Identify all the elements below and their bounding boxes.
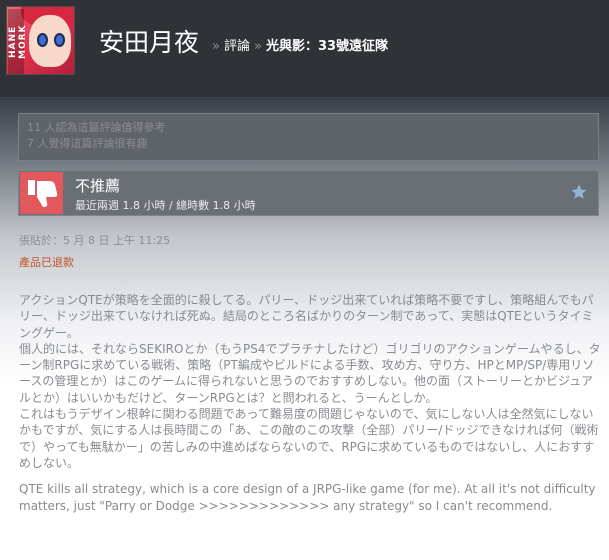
playtime-hours: 最近兩週 1.8 小時 / 總時數 1.8 小時	[75, 199, 256, 212]
posted-date: 張貼於：5 月 8 日 上午 11:25	[19, 234, 171, 247]
review-verdict-bar: 不推薦 最近兩週 1.8 小時 / 總時數 1.8 小時	[18, 170, 599, 216]
avatar-eye-left	[37, 33, 48, 47]
thumbs-down-icon	[20, 172, 63, 214]
review-paragraph-japanese: アクションQTEが策略を全面的に殺してる。パリー、ドッジ出来ていれば策略不要です…	[19, 293, 601, 470]
star-icon[interactable]	[570, 183, 588, 201]
funny-count: 7 人覺得這篇評論很有趣	[27, 137, 148, 150]
breadcrumb: » 評論» 光與影：33號遠征隊	[208, 38, 388, 56]
refunded-badge: 產品已退款	[19, 256, 74, 269]
breadcrumb-separator: »	[253, 39, 262, 54]
breadcrumb-separator: »	[212, 39, 220, 54]
avatar[interactable]: HANE MORK	[6, 6, 75, 75]
review-body: アクションQTEが策略を全面的に殺してる。パリー、ドッジ出来ていれば策略不要です…	[19, 292, 603, 514]
avatar-eye-right	[54, 33, 65, 47]
avatar-logo-text: HANE MORK	[8, 9, 28, 74]
review-paragraph-english: QTE kills all strategy, which is a core …	[19, 482, 600, 513]
helpful-count: 11 人認為這篇評論值得參考	[27, 121, 166, 134]
helpful-summary: 11 人認為這篇評論值得參考 7 人覺得這篇評論很有趣	[18, 113, 599, 161]
profile-username[interactable]: 安田月夜	[99, 27, 199, 59]
breadcrumb-game-link[interactable]: 光與影：33號遠征隊	[266, 39, 388, 54]
review-verdict: 不推薦	[75, 177, 121, 195]
breadcrumb-reviews-link[interactable]: 評論	[224, 39, 250, 54]
profile-header: HANE MORK 安田月夜 » 評論» 光與影：33號遠征隊	[0, 0, 609, 97]
